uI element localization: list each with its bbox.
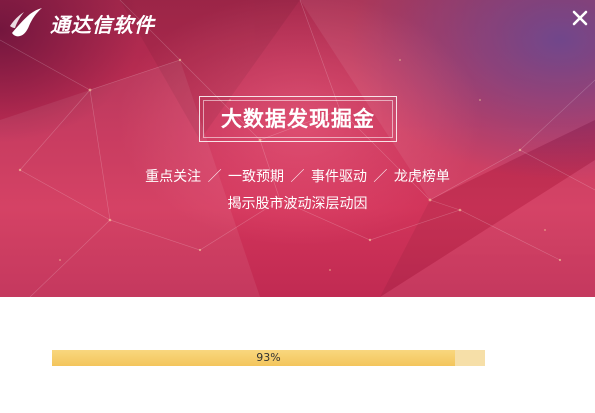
tagline-item: 龙虎榜单 bbox=[393, 169, 450, 185]
headline: 大数据发现掘金 bbox=[221, 107, 375, 131]
app-name: 通达信软件 bbox=[50, 13, 155, 37]
splash-banner: 通达信软件 大数据发现掘金 重点关注 ／ 一致预期 ／ 事件驱动 ／ 龙虎榜单 … bbox=[0, 0, 595, 297]
tagline-separator: ／ bbox=[373, 169, 388, 185]
headline-frame: 大数据发现掘金 bbox=[199, 96, 397, 142]
feature-tagline: 重点关注 ／ 一致预期 ／ 事件驱动 ／ 龙虎榜单 bbox=[0, 166, 595, 186]
tdx-swoosh-logo-icon bbox=[10, 8, 42, 37]
progress-label: 93% bbox=[256, 351, 281, 364]
loading-progress-bar: 93% bbox=[52, 350, 485, 366]
tagline-item: 重点关注 bbox=[145, 169, 202, 185]
tagline-item: 事件驱动 bbox=[310, 169, 367, 185]
banner-background-graphic bbox=[0, 0, 595, 297]
subtitle: 揭示股市波动深层动因 bbox=[227, 196, 368, 212]
tagline-item: 一致预期 bbox=[228, 169, 285, 185]
tagline-separator: ／ bbox=[290, 169, 305, 185]
close-icon[interactable] bbox=[568, 6, 592, 30]
tagline-separator: ／ bbox=[207, 169, 222, 185]
